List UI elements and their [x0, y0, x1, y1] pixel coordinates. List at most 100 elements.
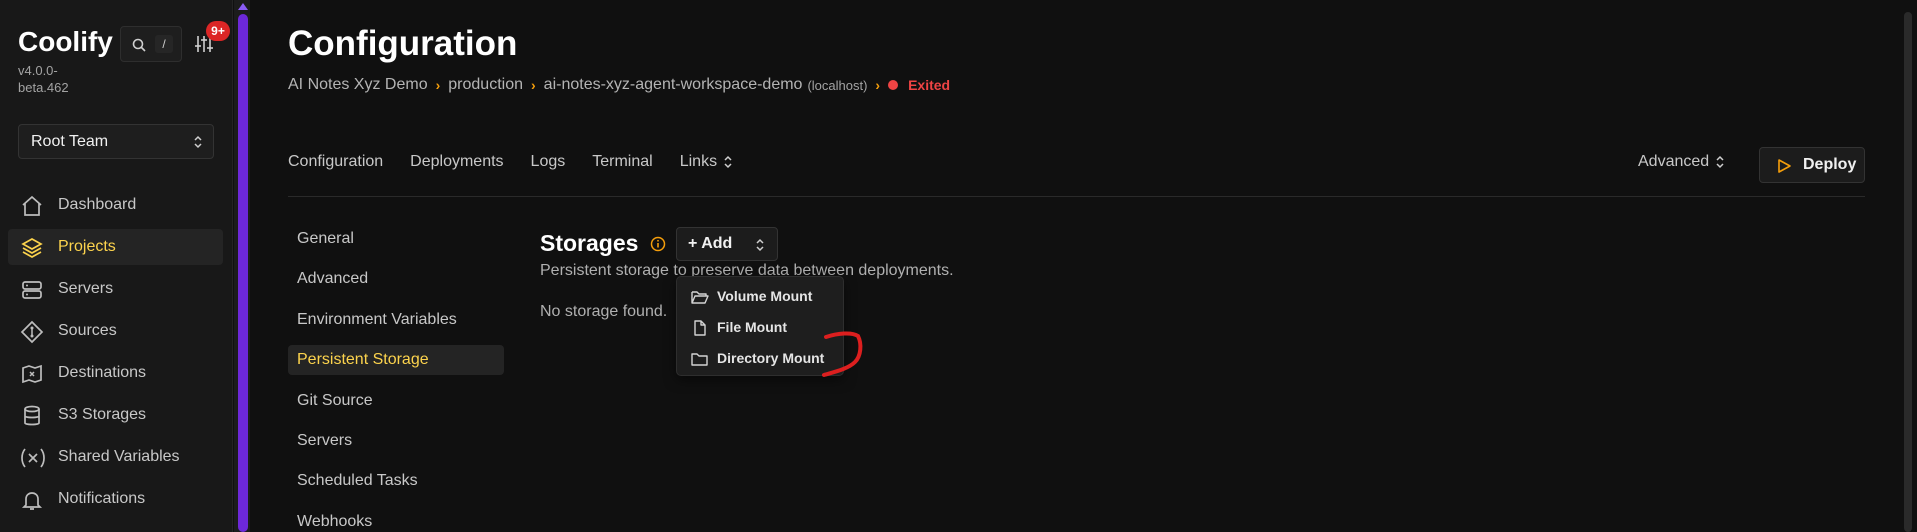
page-title: Configuration	[288, 24, 518, 63]
git-icon	[20, 320, 44, 344]
destination-icon	[22, 364, 42, 384]
breadcrumb-project[interactable]: AI Notes Xyz Demo	[288, 76, 428, 94]
file-icon	[694, 320, 706, 336]
info-icon[interactable]	[650, 236, 666, 252]
subnav-label: Webhooks	[297, 512, 373, 530]
add-storage-menu: Volume Mount File Mount Directory Mount	[676, 276, 844, 376]
sidebar-item-label: Dashboard	[58, 196, 137, 213]
tab-configuration[interactable]: Configuration	[288, 153, 383, 171]
sidebar-item-label: S3 Storages	[58, 406, 147, 423]
search-icon	[132, 38, 146, 52]
breadcrumb-environment[interactable]: production	[448, 76, 523, 94]
tab-deployments[interactable]: Deployments	[410, 153, 503, 171]
sidebar-item-projects[interactable]: Projects	[8, 229, 223, 265]
brand-logo[interactable]: Coolify	[18, 26, 113, 58]
subnav-item-environment-variables[interactable]: Environment Variables	[288, 305, 504, 335]
menu-item-label: Directory Mount	[717, 350, 825, 366]
section-title: Storages	[540, 230, 639, 256]
subnav-label: Scheduled Tasks	[297, 472, 418, 490]
breadcrumb-resource[interactable]: ai-notes-xyz-agent-workspace-demo	[544, 76, 803, 94]
annotation-stroke	[822, 331, 863, 377]
version-label: v4.0.0-beta.462	[18, 63, 69, 95]
tab-logs[interactable]: Logs	[531, 153, 566, 171]
subnav-label: Persistent Storage	[297, 351, 429, 369]
tab-links[interactable]: Links	[680, 153, 733, 171]
tab-terminal[interactable]: Terminal	[592, 153, 652, 171]
sidebar-item-servers[interactable]: Servers	[8, 271, 223, 307]
header-divider	[288, 196, 1865, 197]
subnav-item-general[interactable]: General	[288, 224, 504, 254]
sidebar-scrollbar-thumb[interactable]	[238, 14, 248, 532]
advanced-label: Advanced	[1638, 153, 1710, 170]
subnav-label: General	[297, 230, 354, 247]
breadcrumb-host: (localhost)	[807, 77, 868, 93]
team-select[interactable]: Root Team	[18, 124, 214, 159]
subnav-item-advanced[interactable]: Advanced	[288, 264, 504, 294]
status-badge: Exited	[908, 77, 951, 93]
subnav-label: Git Source	[297, 391, 373, 409]
notification-badge: 9+	[206, 21, 230, 41]
team-select-value: Root Team	[31, 133, 109, 150]
folder-open-icon	[691, 291, 709, 304]
subnav-label: Environment Variables	[297, 310, 457, 328]
status-dot-icon	[888, 80, 899, 90]
add-storage-button[interactable]: + Add	[676, 227, 778, 261]
chevron-up-down-icon	[756, 238, 764, 252]
resource-tabs: Configuration Deployments Logs Terminal …	[288, 153, 760, 171]
sidebar-item-s3-storages[interactable]: S3 Storages	[8, 397, 223, 433]
empty-state: No storage found.	[540, 303, 668, 320]
home-icon	[22, 195, 42, 216]
sidebar-item-notifications[interactable]: Notifications	[8, 481, 223, 517]
subnav-item-webhooks[interactable]: Webhooks	[288, 507, 504, 532]
sidebar: Coolify v4.0.0-beta.462 / 9+ Root Team D…	[0, 0, 233, 532]
menu-item-label: Volume Mount	[717, 288, 813, 304]
sidebar-item-label: Servers	[58, 280, 114, 297]
chevron-up-down-icon	[194, 135, 202, 149]
subnav-item-git-source[interactable]: Git Source	[288, 386, 504, 416]
layers-icon	[21, 238, 43, 258]
folder-icon	[691, 353, 708, 366]
database-icon	[24, 405, 40, 426]
sidebar-item-label: Notifications	[58, 490, 146, 507]
sidebar-item-shared-variables[interactable]: Shared Variables	[8, 439, 223, 475]
breadcrumb: AI Notes Xyz Demo › production › ai-note…	[288, 76, 950, 94]
tab-label: Configuration	[288, 153, 384, 170]
search-button[interactable]: /	[120, 26, 182, 62]
chevron-up-down-icon	[724, 155, 732, 169]
search-shortcut: /	[155, 35, 173, 53]
deploy-label: Deploy	[1803, 156, 1857, 173]
page-scrollbar[interactable]	[1904, 12, 1912, 532]
deploy-button[interactable]: Deploy	[1759, 147, 1865, 183]
sidebar-nav: Dashboard Projects Servers Sources Desti…	[8, 187, 223, 523]
menu-item-label: File Mount	[717, 319, 787, 335]
menu-item-volume-mount[interactable]: Volume Mount	[677, 281, 845, 311]
advanced-dropdown[interactable]: Advanced	[1638, 153, 1725, 171]
scroll-up-arrow-icon[interactable]	[238, 3, 248, 10]
bell-icon	[21, 492, 43, 510]
configuration-subnav: General Advanced Environment Variables P…	[288, 224, 504, 532]
tab-label: Deployments	[410, 153, 504, 170]
tab-label: Terminal	[592, 153, 653, 170]
sidebar-item-dashboard[interactable]: Dashboard	[8, 187, 223, 223]
subnav-label: Advanced	[297, 270, 369, 288]
subnav-item-servers[interactable]: Servers	[288, 426, 504, 456]
sidebar-item-destinations[interactable]: Destinations	[8, 355, 223, 391]
sidebar-item-sources[interactable]: Sources	[8, 313, 223, 349]
add-label: + Add	[688, 235, 733, 252]
variable-icon	[21, 448, 45, 468]
subnav-item-scheduled-tasks[interactable]: Scheduled Tasks	[288, 466, 504, 496]
sidebar-item-label: Shared Variables	[58, 448, 180, 465]
subnav-item-persistent-storage[interactable]: Persistent Storage	[288, 345, 504, 376]
tab-label: Logs	[530, 153, 566, 170]
sidebar-item-label: Destinations	[58, 364, 147, 381]
subnav-label: Servers	[297, 431, 353, 449]
server-icon	[22, 281, 42, 299]
chevron-right-icon: ›	[531, 77, 536, 93]
sidebar-item-label: Sources	[58, 322, 117, 339]
tab-label: Links	[679, 153, 718, 170]
chevron-right-icon: ›	[435, 77, 441, 93]
sidebar-item-label: Projects	[58, 238, 116, 255]
chevron-up-down-icon	[1716, 155, 1724, 169]
chevron-right-icon: ›	[875, 77, 881, 93]
play-icon	[1778, 159, 1791, 173]
